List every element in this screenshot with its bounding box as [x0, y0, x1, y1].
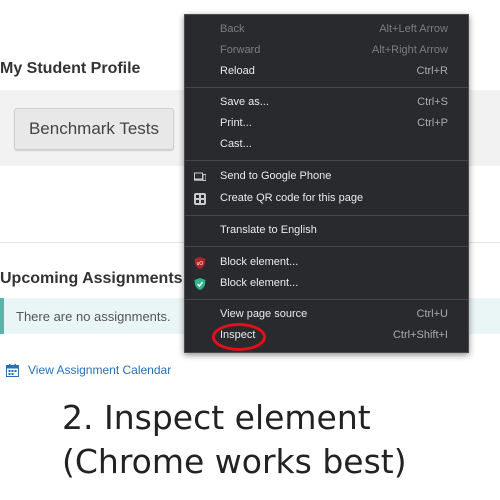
phone-laptop-icon: [194, 172, 206, 181]
menu-shortcut: Ctrl+R: [416, 65, 448, 77]
menu-label: Forward: [220, 44, 261, 56]
calendar-link-label: View Assignment Calendar: [28, 363, 172, 377]
menu-shortcut: Alt+Right Arrow: [371, 44, 448, 56]
caption-line-2: (Chrome works best): [62, 442, 407, 481]
menu-separator: [185, 246, 468, 247]
menu-label: Send to Google Phone: [220, 170, 332, 182]
upcoming-assignments-title: Upcoming Assignments: [0, 270, 183, 287]
caption-line-1: 2. Inspect element: [62, 398, 371, 437]
menu-shortcut: Ctrl+P: [417, 117, 448, 129]
svg-text:uO: uO: [197, 261, 204, 267]
menu-item-block-element-adguard[interactable]: Block element...: [185, 274, 468, 295]
menu-label: Block element...: [220, 277, 299, 289]
menu-item-print[interactable]: Print... Ctrl+P: [185, 114, 468, 135]
menu-label: View page source: [220, 308, 308, 320]
menu-label: Block element...: [220, 256, 299, 268]
menu-item-block-element-ublock[interactable]: uO Block element...: [185, 253, 468, 274]
tutorial-caption: 2. Inspect element (Chrome works best): [62, 396, 407, 484]
menu-item-save-as[interactable]: Save as... Ctrl+S: [185, 93, 468, 114]
calendar-icon: [6, 363, 19, 377]
menu-separator: [185, 87, 468, 88]
menu-item-send-to-phone[interactable]: Send to Google Phone: [185, 167, 468, 188]
menu-label: Reload: [220, 65, 255, 77]
qr-code-icon: [194, 193, 206, 205]
benchmark-tests-button[interactable]: Benchmark Tests: [14, 108, 174, 150]
no-assignments-text: There are no assignments.: [16, 309, 171, 324]
menu-label: Save as...: [220, 96, 269, 108]
browser-context-menu: Back Alt+Left Arrow Forward Alt+Right Ar…: [184, 14, 469, 353]
menu-shortcut: Ctrl+S: [417, 96, 448, 108]
menu-label: Translate to English: [220, 224, 317, 236]
menu-separator: [185, 160, 468, 161]
menu-label: Cast...: [220, 138, 252, 150]
menu-label: Create QR code for this page: [220, 192, 364, 204]
menu-item-qr-code[interactable]: Create QR code for this page: [185, 189, 468, 210]
menu-item-cast[interactable]: Cast...: [185, 135, 468, 156]
menu-item-back[interactable]: Back Alt+Left Arrow: [185, 20, 468, 41]
menu-shortcut: Ctrl+Shift+I: [392, 329, 448, 341]
menu-item-translate[interactable]: Translate to English: [185, 221, 468, 242]
view-assignment-calendar-link[interactable]: View Assignment Calendar: [6, 363, 171, 377]
menu-item-view-page-source[interactable]: View page source Ctrl+U: [185, 305, 468, 326]
adguard-shield-icon: [194, 278, 206, 290]
profile-title: My Student Profile: [0, 60, 141, 77]
ublock-origin-icon: uO: [194, 257, 206, 269]
menu-separator: [185, 299, 468, 300]
menu-label: Print...: [220, 117, 252, 129]
menu-shortcut: Alt+Left Arrow: [379, 23, 448, 35]
menu-separator: [185, 215, 468, 216]
menu-shortcut: Ctrl+U: [416, 308, 448, 320]
menu-item-forward[interactable]: Forward Alt+Right Arrow: [185, 41, 468, 62]
menu-label: Back: [220, 23, 245, 35]
inspect-highlight-circle: [212, 323, 266, 351]
menu-item-reload[interactable]: Reload Ctrl+R: [185, 62, 468, 83]
